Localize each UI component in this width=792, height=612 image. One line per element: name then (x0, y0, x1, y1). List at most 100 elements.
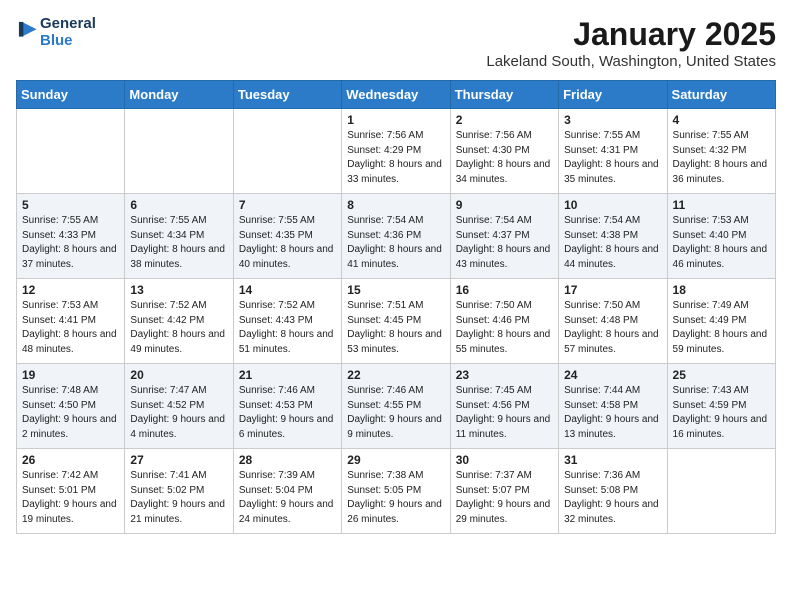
day-info: Sunrise: 7:53 AMSunset: 4:41 PMDaylight:… (22, 299, 119, 357)
day-info: Sunrise: 7:50 AMSunset: 4:46 PMDaylight:… (456, 299, 553, 357)
calendar-cell: 29 Sunrise: 7:38 AMSunset: 5:05 PMDayligh… (342, 449, 450, 534)
calendar-cell: 13Sunrise: 7:52 AMSunset: 4:42 PMDayligh… (125, 279, 233, 364)
day-number: 12 (22, 283, 119, 297)
calendar-cell (667, 449, 775, 534)
calendar-cell: 8Sunrise: 7:54 AMSunset: 4:36 PMDaylight… (342, 194, 450, 279)
week-row-1: 1 Sunrise: 7:56 AMSunset: 4:29 PMDaylight… (17, 109, 776, 194)
calendar-table: SundayMondayTuesdayWednesdayThursdayFrid… (16, 80, 776, 534)
calendar-cell: 24 Sunrise: 7:44 AMSunset: 4:58 PMDayligh… (559, 364, 667, 449)
weekday-header-tuesday: Tuesday (233, 81, 341, 109)
calendar-cell: 21 Sunrise: 7:46 AMSunset: 4:53 PMDayligh… (233, 364, 341, 449)
day-info: Sunrise: 7:55 AMSunset: 4:35 PMDaylight:… (239, 214, 336, 272)
day-number: 11 (673, 198, 770, 212)
day-info: Sunrise: 7:38 AMSunset: 5:05 PMDaylight:… (347, 469, 444, 527)
day-number: 21 (239, 368, 336, 382)
weekday-header-wednesday: Wednesday (342, 81, 450, 109)
week-row-2: 5 Sunrise: 7:55 AMSunset: 4:33 PMDaylight… (17, 194, 776, 279)
week-row-3: 12 Sunrise: 7:53 AMSunset: 4:41 PMDayligh… (17, 279, 776, 364)
day-info: Sunrise: 7:55 AMSunset: 4:33 PMDaylight:… (22, 214, 119, 272)
day-number: 28 (239, 453, 336, 467)
day-number: 26 (22, 453, 119, 467)
day-info: Sunrise: 7:51 AMSunset: 4:45 PMDaylight:… (347, 299, 444, 357)
day-info: Sunrise: 7:54 AMSunset: 4:38 PMDaylight:… (564, 214, 661, 272)
day-number: 29 (347, 453, 444, 467)
day-info: Sunrise: 7:48 AMSunset: 4:50 PMDaylight:… (22, 384, 119, 442)
day-number: 15 (347, 283, 444, 297)
day-info: Sunrise: 7:50 AMSunset: 4:48 PMDaylight:… (564, 299, 661, 357)
location-title: Lakeland South, Washington, United State… (486, 53, 776, 70)
day-info: Sunrise: 7:54 AMSunset: 4:36 PMDaylight:… (347, 214, 444, 272)
calendar-cell: 7 Sunrise: 7:55 AMSunset: 4:35 PMDaylight… (233, 194, 341, 279)
day-info: Sunrise: 7:47 AMSunset: 4:52 PMDaylight:… (130, 384, 227, 442)
calendar-cell: 22Sunrise: 7:46 AMSunset: 4:55 PMDayligh… (342, 364, 450, 449)
day-number: 31 (564, 453, 661, 467)
day-info: Sunrise: 7:42 AMSunset: 5:01 PMDaylight:… (22, 469, 119, 527)
title-block: January 2025 Lakeland South, Washington,… (486, 16, 776, 70)
logo-icon (16, 19, 38, 41)
day-info: Sunrise: 7:39 AMSunset: 5:04 PMDaylight:… (239, 469, 336, 527)
day-info: Sunrise: 7:55 AMSunset: 4:32 PMDaylight:… (673, 129, 770, 187)
logo-text-top: General (40, 16, 96, 33)
day-number: 22 (347, 368, 444, 382)
weekday-header-friday: Friday (559, 81, 667, 109)
day-info: Sunrise: 7:36 AMSunset: 5:08 PMDaylight:… (564, 469, 661, 527)
day-number: 17 (564, 283, 661, 297)
calendar-cell: 30Sunrise: 7:37 AMSunset: 5:07 PMDayligh… (450, 449, 558, 534)
day-number: 18 (673, 283, 770, 297)
weekday-header-saturday: Saturday (667, 81, 775, 109)
day-number: 14 (239, 283, 336, 297)
day-number: 3 (564, 113, 661, 127)
day-info: Sunrise: 7:46 AMSunset: 4:53 PMDaylight:… (239, 384, 336, 442)
calendar-cell: 3Sunrise: 7:55 AMSunset: 4:31 PMDaylight… (559, 109, 667, 194)
day-info: Sunrise: 7:52 AMSunset: 4:43 PMDaylight:… (239, 299, 336, 357)
calendar-cell: 5 Sunrise: 7:55 AMSunset: 4:33 PMDaylight… (17, 194, 125, 279)
day-info: Sunrise: 7:43 AMSunset: 4:59 PMDaylight:… (673, 384, 770, 442)
weekday-header-monday: Monday (125, 81, 233, 109)
calendar-cell: 26 Sunrise: 7:42 AMSunset: 5:01 PMDayligh… (17, 449, 125, 534)
day-number: 1 (347, 113, 444, 127)
calendar-cell: 10 Sunrise: 7:54 AMSunset: 4:38 PMDayligh… (559, 194, 667, 279)
calendar-cell: 17 Sunrise: 7:50 AMSunset: 4:48 PMDayligh… (559, 279, 667, 364)
day-number: 10 (564, 198, 661, 212)
calendar-cell: 9Sunrise: 7:54 AMSunset: 4:37 PMDaylight… (450, 194, 558, 279)
calendar-cell: 14 Sunrise: 7:52 AMSunset: 4:43 PMDayligh… (233, 279, 341, 364)
month-title: January 2025 (486, 16, 776, 53)
day-info: Sunrise: 7:41 AMSunset: 5:02 PMDaylight:… (130, 469, 227, 527)
day-info: Sunrise: 7:45 AMSunset: 4:56 PMDaylight:… (456, 384, 553, 442)
calendar-cell: 27 Sunrise: 7:41 AMSunset: 5:02 PMDayligh… (125, 449, 233, 534)
calendar-cell: 20Sunrise: 7:47 AMSunset: 4:52 PMDayligh… (125, 364, 233, 449)
day-number: 16 (456, 283, 553, 297)
calendar-cell: 2Sunrise: 7:56 AMSunset: 4:30 PMDaylight… (450, 109, 558, 194)
calendar-cell (125, 109, 233, 194)
day-number: 25 (673, 368, 770, 382)
calendar-cell (233, 109, 341, 194)
logo: General Blue (16, 16, 96, 49)
day-info: Sunrise: 7:37 AMSunset: 5:07 PMDaylight:… (456, 469, 553, 527)
day-number: 9 (456, 198, 553, 212)
week-row-5: 26 Sunrise: 7:42 AMSunset: 5:01 PMDayligh… (17, 449, 776, 534)
day-info: Sunrise: 7:49 AMSunset: 4:49 PMDaylight:… (673, 299, 770, 357)
calendar-cell: 18 Sunrise: 7:49 AMSunset: 4:49 PMDayligh… (667, 279, 775, 364)
calendar-cell: 16 Sunrise: 7:50 AMSunset: 4:46 PMDayligh… (450, 279, 558, 364)
calendar-cell: 23 Sunrise: 7:45 AMSunset: 4:56 PMDayligh… (450, 364, 558, 449)
day-number: 27 (130, 453, 227, 467)
calendar-cell: 28 Sunrise: 7:39 AMSunset: 5:04 PMDayligh… (233, 449, 341, 534)
day-number: 23 (456, 368, 553, 382)
day-number: 19 (22, 368, 119, 382)
day-number: 5 (22, 198, 119, 212)
weekday-header-thursday: Thursday (450, 81, 558, 109)
day-number: 4 (673, 113, 770, 127)
day-info: Sunrise: 7:53 AMSunset: 4:40 PMDaylight:… (673, 214, 770, 272)
calendar-cell: 19 Sunrise: 7:48 AMSunset: 4:50 PMDayligh… (17, 364, 125, 449)
day-number: 6 (130, 198, 227, 212)
day-info: Sunrise: 7:55 AMSunset: 4:34 PMDaylight:… (130, 214, 227, 272)
day-info: Sunrise: 7:56 AMSunset: 4:29 PMDaylight:… (347, 129, 444, 187)
day-number: 24 (564, 368, 661, 382)
calendar-cell: 15 Sunrise: 7:51 AMSunset: 4:45 PMDayligh… (342, 279, 450, 364)
calendar-cell (17, 109, 125, 194)
day-number: 7 (239, 198, 336, 212)
day-info: Sunrise: 7:44 AMSunset: 4:58 PMDaylight:… (564, 384, 661, 442)
page-header: General Blue January 2025 Lakeland South… (16, 16, 776, 70)
weekday-header-row: SundayMondayTuesdayWednesdayThursdayFrid… (17, 81, 776, 109)
day-info: Sunrise: 7:56 AMSunset: 4:30 PMDaylight:… (456, 129, 553, 187)
